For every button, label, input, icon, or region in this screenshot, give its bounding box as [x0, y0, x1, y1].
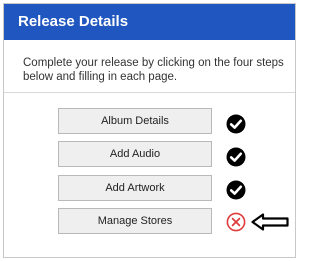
- check-circle-icon: [226, 147, 246, 167]
- release-details-panel: Release Details Complete your release by…: [3, 3, 296, 258]
- check-circle-icon: [226, 114, 246, 134]
- arrow-left-icon: [251, 213, 289, 231]
- panel-header: Release Details: [4, 4, 295, 40]
- panel-title: Release Details: [18, 13, 129, 30]
- divider: [4, 92, 295, 93]
- x-circle-icon: [226, 212, 246, 232]
- album-details-button[interactable]: Album Details: [58, 108, 212, 134]
- intro-text: Complete your release by clicking on the…: [23, 57, 284, 83]
- add-artwork-button[interactable]: Add Artwork: [58, 175, 212, 201]
- manage-stores-button[interactable]: Manage Stores: [58, 208, 212, 234]
- add-audio-button[interactable]: Add Audio: [58, 141, 212, 167]
- check-circle-icon: [226, 180, 246, 200]
